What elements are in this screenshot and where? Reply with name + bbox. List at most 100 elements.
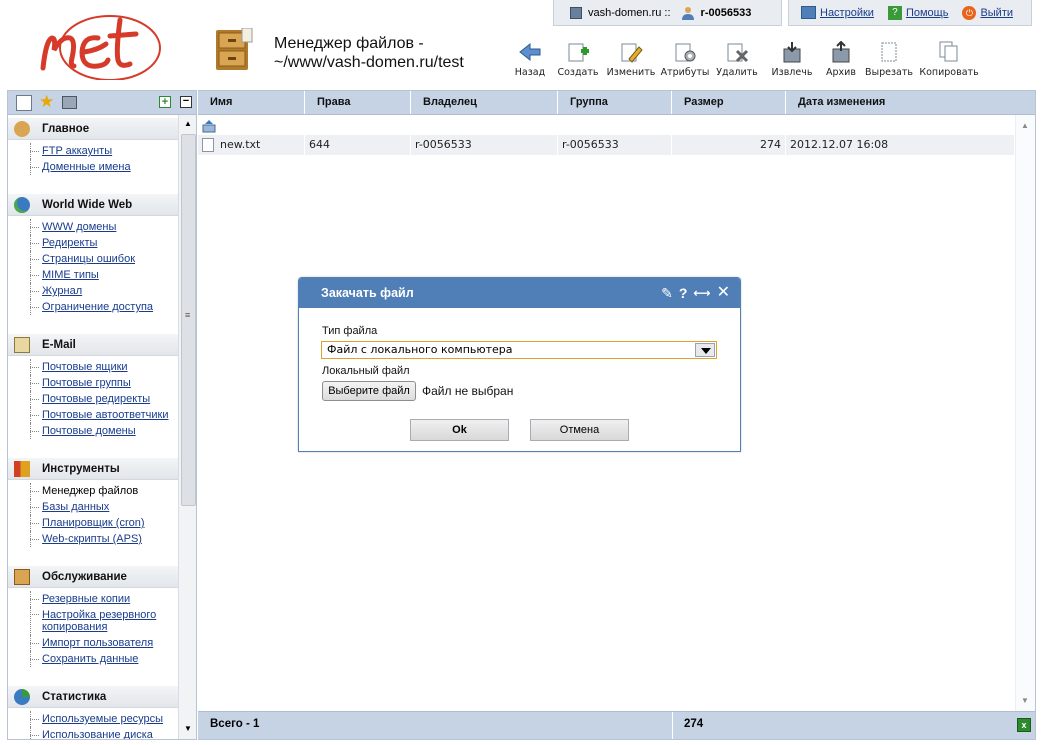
sidebar-section-stats: Статистика Используемые ресурсы Использо… [8, 686, 178, 739]
sidebar-item-redirects[interactable]: Редиректы [8, 235, 178, 251]
section-title: Обслуживание [42, 570, 127, 583]
col-date[interactable]: Дата изменения [786, 91, 1035, 114]
scroll-up-icon[interactable]: ▲ [184, 119, 192, 128]
close-icon[interactable]: ✕ [717, 278, 730, 308]
extract-button[interactable]: Извлечь [762, 38, 822, 78]
main-scrollbar[interactable]: ▲ ▼ [1015, 115, 1035, 711]
pin-icon[interactable]: ✎ [661, 278, 673, 308]
dialog-title: Закачать файл [321, 286, 414, 300]
delete-button[interactable]: Удалить [712, 38, 762, 78]
section-title: Статистика [42, 690, 107, 703]
cancel-button[interactable]: Отмена [530, 419, 629, 441]
cut-icon [877, 41, 901, 63]
sidebar-item-autoresponders[interactable]: Почтовые автоответчики [8, 407, 178, 423]
resize-icon[interactable]: ⟷ [693, 278, 710, 308]
sidebar-scrollbar[interactable]: ▲ ≡ ▼ [178, 115, 196, 739]
sidebar-item-save-data[interactable]: Сохранить данные [8, 651, 178, 667]
col-perms[interactable]: Права [305, 91, 411, 114]
expand-all-icon[interactable]: + [159, 96, 171, 108]
section-header-www[interactable]: World Wide Web [8, 194, 178, 216]
col-owner[interactable]: Владелец [411, 91, 558, 114]
help-icon[interactable]: ? [679, 278, 688, 308]
upload-dialog: Закачать файл ✎ ? ⟷ ✕ Тип файла Файл с л… [298, 277, 741, 452]
section-header-main[interactable]: Главное [8, 118, 178, 140]
file-cabinet-icon [212, 27, 256, 72]
file-type-select[interactable]: Файл с локального компьютера [321, 341, 717, 359]
choose-file-button[interactable]: Выберите файл [322, 381, 416, 401]
sidebar-item-access[interactable]: Ограничение доступа [8, 299, 178, 315]
parent-dir-icon[interactable] [202, 119, 216, 133]
favorites-star-icon[interactable]: ★ [39, 93, 57, 111]
scroll-up-icon[interactable]: ▲ [1021, 121, 1029, 130]
create-icon [566, 41, 590, 63]
excel-export-icon[interactable]: x [1017, 718, 1031, 732]
col-name[interactable]: Имя [198, 91, 305, 114]
back-label: Назад [514, 67, 546, 78]
sidebar-item-domains[interactable]: Доменные имена [8, 159, 178, 175]
section-header-maintenance[interactable]: Обслуживание [8, 566, 178, 588]
user-bar: vash-domen.ru :: r-0056533 [553, 0, 782, 26]
sidebar-item-databases[interactable]: Базы данных [8, 499, 178, 515]
sidebar-item-mail-domains[interactable]: Почтовые домены [8, 423, 178, 439]
sidebar-item-cron[interactable]: Планировщик (cron) [8, 515, 178, 531]
sidebar-item-backup-settings[interactable]: Настройка резервного копирования [8, 607, 178, 635]
delete-label: Удалить [716, 67, 758, 78]
sidebar-item-www-domains[interactable]: WWW домены [8, 219, 178, 235]
sidebar-item-disk-usage[interactable]: Использование диска [8, 727, 178, 739]
sidebar-item-import-user[interactable]: Импорт пользователя [8, 635, 178, 651]
sidebar-section-email: E-Mail Почтовые ящики Почтовые группы По… [8, 334, 178, 439]
dialog-header[interactable]: Закачать файл ✎ ? ⟷ ✕ [299, 278, 740, 308]
col-size[interactable]: Размер [672, 91, 786, 114]
section-header-tools[interactable]: Инструменты [8, 458, 178, 480]
sidebar-item-web-scripts[interactable]: Web-скрипты (APS) [8, 531, 178, 547]
globe-icon [14, 196, 30, 213]
list-view-icon[interactable] [16, 95, 32, 111]
back-button[interactable]: Назад [508, 38, 552, 78]
edit-icon [619, 41, 643, 63]
ok-button[interactable]: Ok [410, 419, 509, 441]
sidebar-item-mail-redirects[interactable]: Почтовые редиректы [8, 391, 178, 407]
sidebar-item-mime[interactable]: MIME типы [8, 267, 178, 283]
sidebar-item-backups[interactable]: Резервные копии [8, 591, 178, 607]
chevron-down-icon[interactable] [695, 343, 715, 357]
table-row[interactable]: new.txt 644 r-0056533 r-0056533 274 2012… [198, 135, 1014, 155]
sidebar-item-file-manager[interactable]: Менеджер файлов [8, 483, 178, 499]
table-footer: Всего - 1 274 x [198, 711, 1035, 739]
help-link[interactable]: Помощь [906, 7, 949, 19]
scrollbar-thumb[interactable]: ≡ [181, 134, 196, 506]
section-header-stats[interactable]: Статистика [8, 686, 178, 708]
logout-link[interactable]: Выйти [980, 7, 1013, 19]
col-group[interactable]: Группа [558, 91, 672, 114]
cut-label: Вырезать [865, 67, 913, 78]
copy-button[interactable]: Копировать [918, 38, 980, 78]
archive-button[interactable]: Архив [822, 38, 860, 78]
file-type-label: Тип файла [322, 325, 378, 337]
sidebar-item-mailboxes[interactable]: Почтовые ящики [8, 359, 178, 375]
sidebar-item-resources[interactable]: Используемые ресурсы [8, 711, 178, 727]
create-label: Создать [557, 67, 599, 78]
no-file-text: Файл не выбран [422, 384, 514, 398]
create-button[interactable]: Создать [552, 38, 604, 78]
sidebar-item-error-pages[interactable]: Страницы ошибок [8, 251, 178, 267]
edit-button[interactable]: Изменить [604, 38, 658, 78]
home-icon [14, 120, 30, 137]
settings-link[interactable]: Настройки [820, 7, 874, 19]
sidebar: ★ + − Главное FTP аккаунты Доменные имен… [7, 90, 197, 740]
attributes-button[interactable]: Атрибуты [658, 38, 712, 78]
cut-button[interactable]: Вырезать [860, 38, 918, 78]
section-title: Главное [42, 122, 90, 135]
help-icon: ? [887, 5, 902, 20]
section-header-email[interactable]: E-Mail [8, 334, 178, 356]
file-name[interactable]: new.txt [220, 138, 260, 151]
scroll-down-icon[interactable]: ▼ [1021, 696, 1029, 705]
collapse-all-icon[interactable]: − [180, 96, 192, 108]
scroll-down-icon[interactable]: ▼ [184, 724, 192, 733]
sidebar-item-log[interactable]: Журнал [8, 283, 178, 299]
sidebar-item-mail-groups[interactable]: Почтовые группы [8, 375, 178, 391]
sidebar-item-ftp[interactable]: FTP аккаунты [8, 143, 178, 159]
briefcase-icon[interactable] [62, 96, 77, 109]
cell-owner: r-0056533 [411, 135, 558, 155]
file-icon [202, 138, 214, 152]
cell-name: new.txt [198, 135, 305, 155]
dialog-body: Тип файла Файл с локального компьютера Л… [299, 308, 740, 451]
